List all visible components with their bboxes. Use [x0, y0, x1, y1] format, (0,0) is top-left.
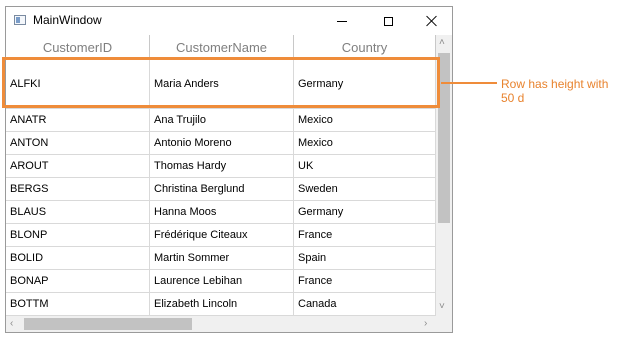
window-title: MainWindow: [33, 13, 102, 27]
main-window: MainWindow CustomerID CustomerName Count…: [5, 6, 453, 333]
cell-customerid[interactable]: BONAP: [6, 270, 150, 292]
scroll-down-icon[interactable]: ˅: [439, 302, 445, 312]
cell-country[interactable]: Germany: [294, 201, 436, 223]
title-bar[interactable]: MainWindow: [6, 7, 452, 35]
horizontal-scroll-thumb[interactable]: [24, 318, 192, 330]
table-row[interactable]: BLAUS Hanna Moos Germany: [6, 201, 436, 224]
cell-customername[interactable]: Martin Sommer: [150, 247, 294, 269]
cell-country[interactable]: UK: [294, 155, 436, 177]
column-header-country[interactable]: Country: [294, 35, 436, 59]
customer-data-grid[interactable]: CustomerID CustomerName Country ALFKI Ma…: [6, 35, 436, 316]
cell-customername[interactable]: Frédérique Citeaux: [150, 224, 294, 246]
maximize-icon: [383, 16, 393, 26]
vertical-scrollbar[interactable]: ˄ ˅: [436, 35, 452, 316]
cell-customerid[interactable]: BOTTM: [6, 293, 150, 315]
table-row[interactable]: AROUT Thomas Hardy UK: [6, 155, 436, 178]
cell-country[interactable]: Canada: [294, 293, 436, 315]
grid-rows: ALFKI Maria Anders Germany ANATR Ana Tru…: [6, 59, 436, 316]
vertical-scroll-thumb[interactable]: [438, 53, 450, 223]
cell-customername[interactable]: Christina Berglund: [150, 178, 294, 200]
table-row[interactable]: ALFKI Maria Anders Germany: [6, 59, 436, 109]
cell-customername[interactable]: Ana Trujilo: [150, 109, 294, 131]
minimize-button[interactable]: [319, 7, 365, 35]
cell-country[interactable]: Mexico: [294, 109, 436, 131]
cell-customername[interactable]: Thomas Hardy: [150, 155, 294, 177]
table-row[interactable]: BOTTM Elizabeth Lincoln Canada: [6, 293, 436, 316]
scrollbar-corner: [436, 316, 452, 332]
cell-customername[interactable]: Antonio Moreno: [150, 132, 294, 154]
table-row[interactable]: BONAP Laurence Lebihan France: [6, 270, 436, 293]
cell-country[interactable]: France: [294, 270, 436, 292]
cell-customername[interactable]: Elizabeth Lincoln: [150, 293, 294, 315]
scroll-right-icon[interactable]: ›: [424, 319, 427, 329]
cell-country[interactable]: Spain: [294, 247, 436, 269]
scroll-up-icon[interactable]: ˄: [439, 38, 445, 48]
table-row[interactable]: ANATR Ana Trujilo Mexico: [6, 109, 436, 132]
cell-customername[interactable]: Laurence Lebihan: [150, 270, 294, 292]
window-app-icon: [14, 15, 26, 25]
cell-customerid[interactable]: AROUT: [6, 155, 150, 177]
cell-customerid[interactable]: BLAUS: [6, 201, 150, 223]
cell-customerid[interactable]: ALFKI: [6, 59, 150, 108]
close-icon: [426, 15, 438, 27]
scroll-left-icon[interactable]: ‹: [10, 319, 13, 329]
table-row[interactable]: ANTON Antonio Moreno Mexico: [6, 132, 436, 155]
table-row[interactable]: BOLID Martin Sommer Spain: [6, 247, 436, 270]
annotation-callout: Row has height with 50 d: [501, 77, 609, 105]
column-header-customerid[interactable]: CustomerID: [6, 35, 150, 59]
callout-line: [441, 82, 497, 84]
close-button[interactable]: [409, 7, 455, 35]
cell-country[interactable]: Germany: [294, 59, 436, 108]
maximize-button[interactable]: [365, 7, 411, 35]
cell-customername[interactable]: Hanna Moos: [150, 201, 294, 223]
cell-customerid[interactable]: ANTON: [6, 132, 150, 154]
column-header-customername[interactable]: CustomerName: [150, 35, 294, 59]
cell-country[interactable]: France: [294, 224, 436, 246]
cell-customerid[interactable]: BERGS: [6, 178, 150, 200]
cell-country[interactable]: Sweden: [294, 178, 436, 200]
cell-customerid[interactable]: BOLID: [6, 247, 150, 269]
table-row[interactable]: BLONP Frédérique Citeaux France: [6, 224, 436, 247]
cell-customerid[interactable]: ANATR: [6, 109, 150, 131]
cell-country[interactable]: Mexico: [294, 132, 436, 154]
table-row[interactable]: BERGS Christina Berglund Sweden: [6, 178, 436, 201]
grid-header: CustomerID CustomerName Country: [6, 35, 436, 59]
horizontal-scrollbar[interactable]: ‹ ›: [6, 316, 436, 332]
minimize-icon: [337, 20, 347, 22]
cell-customername[interactable]: Maria Anders: [150, 59, 294, 108]
cell-customerid[interactable]: BLONP: [6, 224, 150, 246]
